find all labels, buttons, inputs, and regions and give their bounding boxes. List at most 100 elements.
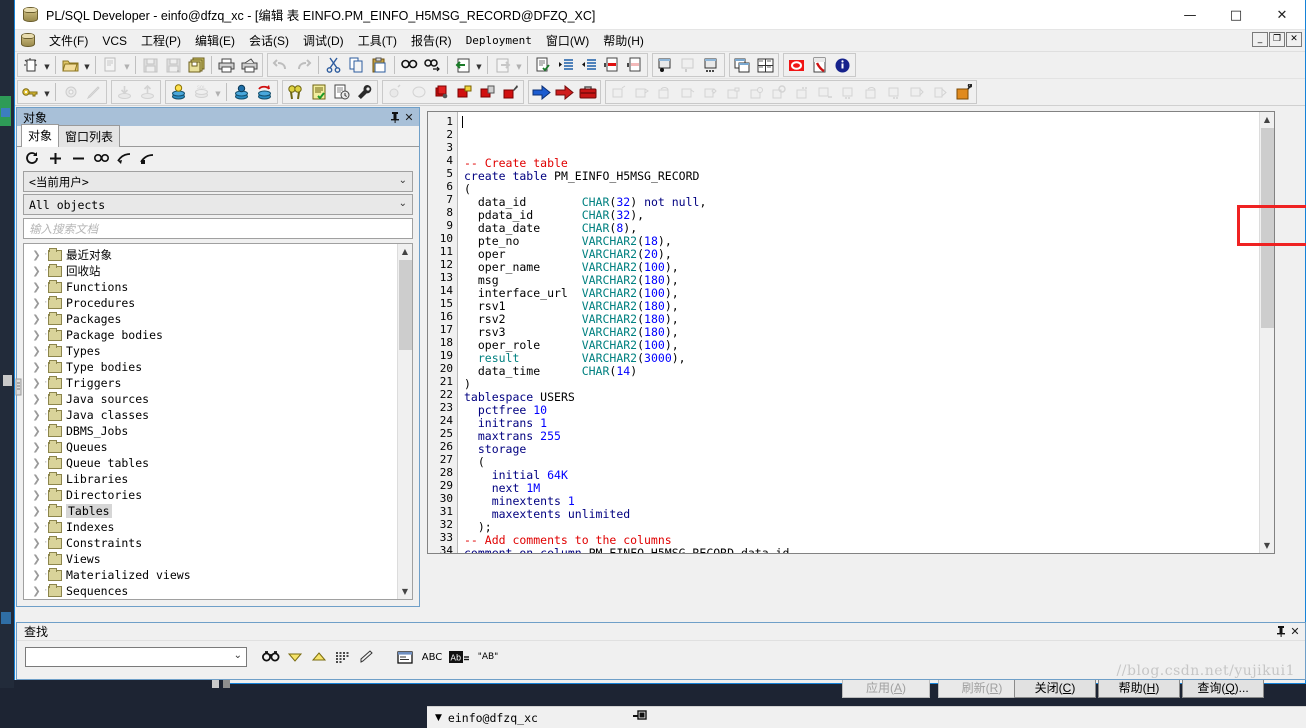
chevron-right-icon[interactable]: ❯ (30, 570, 43, 581)
find-icon[interactable] (398, 54, 421, 76)
menu-edit[interactable]: 编辑(E) (188, 30, 242, 51)
oracle-icon[interactable] (785, 54, 808, 76)
previous-window-icon[interactable] (451, 54, 474, 76)
scroll-thumb[interactable] (399, 260, 412, 350)
window-list-icon[interactable] (654, 54, 677, 76)
tab-window-list[interactable]: 窗口列表 (58, 125, 121, 147)
save-icon[interactable] (139, 54, 162, 76)
editor-scroll-up-icon[interactable]: ▲ (1260, 112, 1274, 127)
pencil-icon[interactable] (82, 81, 105, 103)
chevron-right-icon[interactable]: ❯ (30, 458, 43, 469)
export-table-icon[interactable] (136, 81, 159, 103)
chevron-right-icon[interactable]: ❯ (30, 490, 43, 501)
paste-icon[interactable] (368, 54, 391, 76)
find-objects-icon[interactable] (92, 149, 110, 167)
print-icon[interactable] (215, 54, 238, 76)
explain-plan-icon[interactable] (284, 81, 307, 103)
chevron-right-icon[interactable]: ❯ (30, 538, 43, 549)
chevron-right-icon[interactable]: ❯ (30, 378, 43, 389)
save-as-icon[interactable] (162, 54, 185, 76)
rollback-icon[interactable] (253, 81, 276, 103)
next-window-icon[interactable] (491, 54, 514, 76)
close-icon[interactable]: ✕ (402, 110, 416, 124)
code-line[interactable]: comment on column PM_EINFO_H5MSG_RECORD.… (464, 547, 1274, 554)
code-line[interactable]: initrans 1 (464, 417, 1274, 430)
report-window-icon[interactable] (307, 81, 330, 103)
pdf-export-icon[interactable] (808, 54, 831, 76)
match-quote-icon[interactable]: "AB" (473, 646, 503, 668)
next-window-dropdown-arrow[interactable]: ▼ (514, 54, 524, 76)
tree-item[interactable]: ❯ · Materialized views (30, 567, 412, 583)
tree-item[interactable]: ❯ · Java classes (30, 407, 412, 423)
about-icon[interactable] (831, 54, 854, 76)
chevron-right-icon[interactable]: ❯ (30, 282, 43, 293)
tree-item[interactable]: ❯ · Packages (30, 311, 412, 327)
settings-gear-icon[interactable] (59, 81, 82, 103)
find-next-icon[interactable] (421, 54, 444, 76)
obj-rot-icon[interactable] (860, 81, 883, 103)
menu-project[interactable]: 工程(P) (134, 30, 188, 51)
obj-square-icon[interactable] (722, 81, 745, 103)
stop-debug-icon[interactable] (430, 81, 453, 103)
previous-window-dropdown-arrow[interactable]: ▼ (474, 54, 484, 76)
execute-icon[interactable] (530, 81, 553, 103)
sql-window-dropdown-arrow[interactable]: ▼ (213, 81, 223, 103)
maximize-button[interactable]: □ (1213, 0, 1259, 30)
breakpoint-list-icon[interactable] (407, 81, 430, 103)
obj-down-icon[interactable] (814, 81, 837, 103)
menu-session[interactable]: 会话(S) (242, 30, 296, 51)
open-folder-icon[interactable] (59, 54, 82, 76)
cascade-windows-icon[interactable] (731, 54, 754, 76)
editor-scroll-thumb[interactable] (1261, 128, 1274, 328)
login-key-icon[interactable] (19, 81, 42, 103)
obj-prev-icon[interactable] (653, 81, 676, 103)
run-icon[interactable] (553, 81, 576, 103)
step-out-icon[interactable] (499, 81, 522, 103)
sql-code-content[interactable]: -- Create table create table PM_EINFO_H5M… (458, 112, 1274, 553)
object-search-input[interactable]: 输入搜索文档 (23, 218, 413, 239)
close-icon[interactable]: ✕ (1288, 625, 1302, 639)
find-down-icon[interactable] (283, 646, 307, 668)
tools-wrench-icon[interactable] (353, 81, 376, 103)
code-line[interactable]: data_time CHAR(14) (464, 365, 1274, 378)
chevron-right-icon[interactable]: ❯ (30, 346, 43, 357)
sql-editor[interactable]: 1 2 3 4 5 6 7 8 9 10 11 12 13 14 15 16 17 18 19 20 21 22 23 24 2… (427, 111, 1275, 554)
tree-item[interactable]: ❯ · Package bodies (30, 327, 412, 343)
code-line[interactable]: next 1M (464, 482, 1274, 495)
tree-item[interactable]: ❯ · DBMS_Jobs (30, 423, 412, 439)
code-line[interactable]: pctfree 10 (464, 404, 1274, 417)
obj-wrench-box-icon[interactable] (952, 81, 975, 103)
obj-arrow-icon[interactable] (906, 81, 929, 103)
undo-icon[interactable] (269, 54, 292, 76)
menu-vcs[interactable]: VCS (95, 32, 134, 50)
scroll-up-icon[interactable]: ▲ (398, 244, 412, 259)
recent-files-icon[interactable] (99, 54, 122, 76)
find-options-icon[interactable] (393, 646, 417, 668)
chevron-right-icon[interactable]: ❯ (30, 266, 43, 277)
obj-play-icon[interactable] (929, 81, 952, 103)
import-table-icon[interactable] (113, 81, 136, 103)
object-tree[interactable]: ❯ · 最近对象 ❯ · 回收站 ❯ · Functions ❯ · Procedures ❯ · Pack… (23, 243, 413, 600)
object-filter-select[interactable]: All objects ⌄ (23, 194, 413, 215)
save-all-icon[interactable] (185, 54, 208, 76)
chevron-right-icon[interactable]: ❯ (30, 394, 43, 405)
tree-item[interactable]: ❯ · Constraints (30, 535, 412, 551)
close-button[interactable]: ✕ (1259, 0, 1305, 30)
add-icon[interactable] (46, 149, 64, 167)
window-list-dim-icon[interactable] (677, 54, 700, 76)
tree-item[interactable]: ❯·Users (30, 599, 412, 600)
code-line[interactable]: create table PM_EINFO_H5MSG_RECORD (464, 170, 1274, 183)
chevron-right-icon[interactable]: ❯ (30, 474, 43, 485)
obj-refresh-icon[interactable] (676, 81, 699, 103)
tree-item[interactable]: ❯ · Directories (30, 487, 412, 503)
chevron-right-icon[interactable]: ❯ (30, 506, 43, 517)
tree-item[interactable]: ❯ · Queue tables (30, 455, 412, 471)
chevron-right-icon[interactable]: ❯ (30, 554, 43, 565)
tree-item[interactable]: ❯ · Views (30, 551, 412, 567)
pin-icon[interactable] (388, 110, 402, 124)
menu-debug[interactable]: 调试(D) (296, 30, 351, 51)
tree-item[interactable]: ❯ · Type bodies (30, 359, 412, 375)
code-line[interactable]: storage (464, 443, 1274, 456)
user-select[interactable]: <当前用户> ⌄ (23, 171, 413, 192)
uncomment-icon[interactable] (623, 54, 646, 76)
